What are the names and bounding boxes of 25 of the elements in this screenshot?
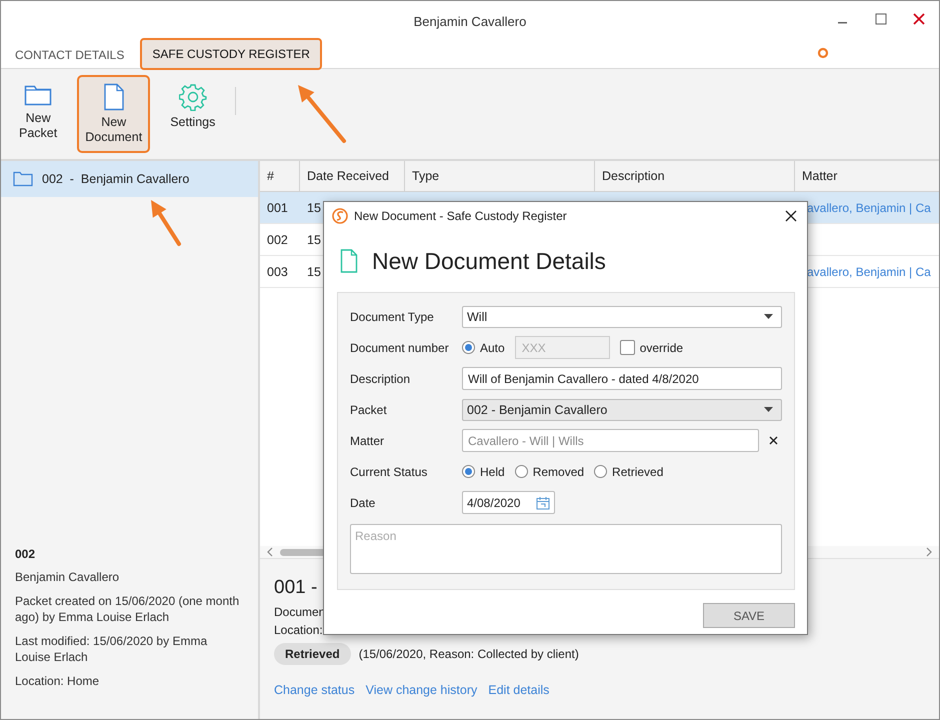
field-label: Document Type [350, 310, 435, 324]
field-label: Description [350, 372, 412, 386]
location-text: Location: Home [15, 673, 100, 689]
packet-name: Benjamin Cavallero [15, 569, 120, 585]
created-text: Packet created on 15/06/2020 (one month ago) by Emma Louise Erlach [15, 593, 240, 625]
field-label: Document number [350, 340, 450, 354]
table-cell: 15 [307, 264, 321, 278]
table-cell: 002 [267, 232, 288, 246]
location-text: Location: [274, 623, 323, 637]
field-label: Packet [350, 402, 388, 416]
packet-number: 002 [15, 547, 36, 561]
dialog-title: New Document - Safe Custody Register [354, 209, 567, 223]
table-cell: 003 [267, 264, 288, 278]
modified-text: Last modified: 15/06/2020 by Emma Louise Erlach [15, 633, 208, 665]
document-title: 001 - [274, 577, 318, 599]
field-label: Current Status [350, 464, 428, 478]
table-cell: 15 [307, 200, 321, 214]
status-note: (15/06/2020, Reason: Collected by client) [358, 647, 579, 661]
field-label: Matter [350, 434, 386, 448]
status-badge: Retrieved [274, 643, 351, 665]
table-cell: 15 [307, 232, 321, 246]
field-label: Date [350, 496, 376, 510]
window-title: Benjamin Cavallero [414, 14, 526, 28]
table-cell: 001 [267, 200, 288, 214]
dialog-heading: New Document Details [372, 248, 606, 274]
